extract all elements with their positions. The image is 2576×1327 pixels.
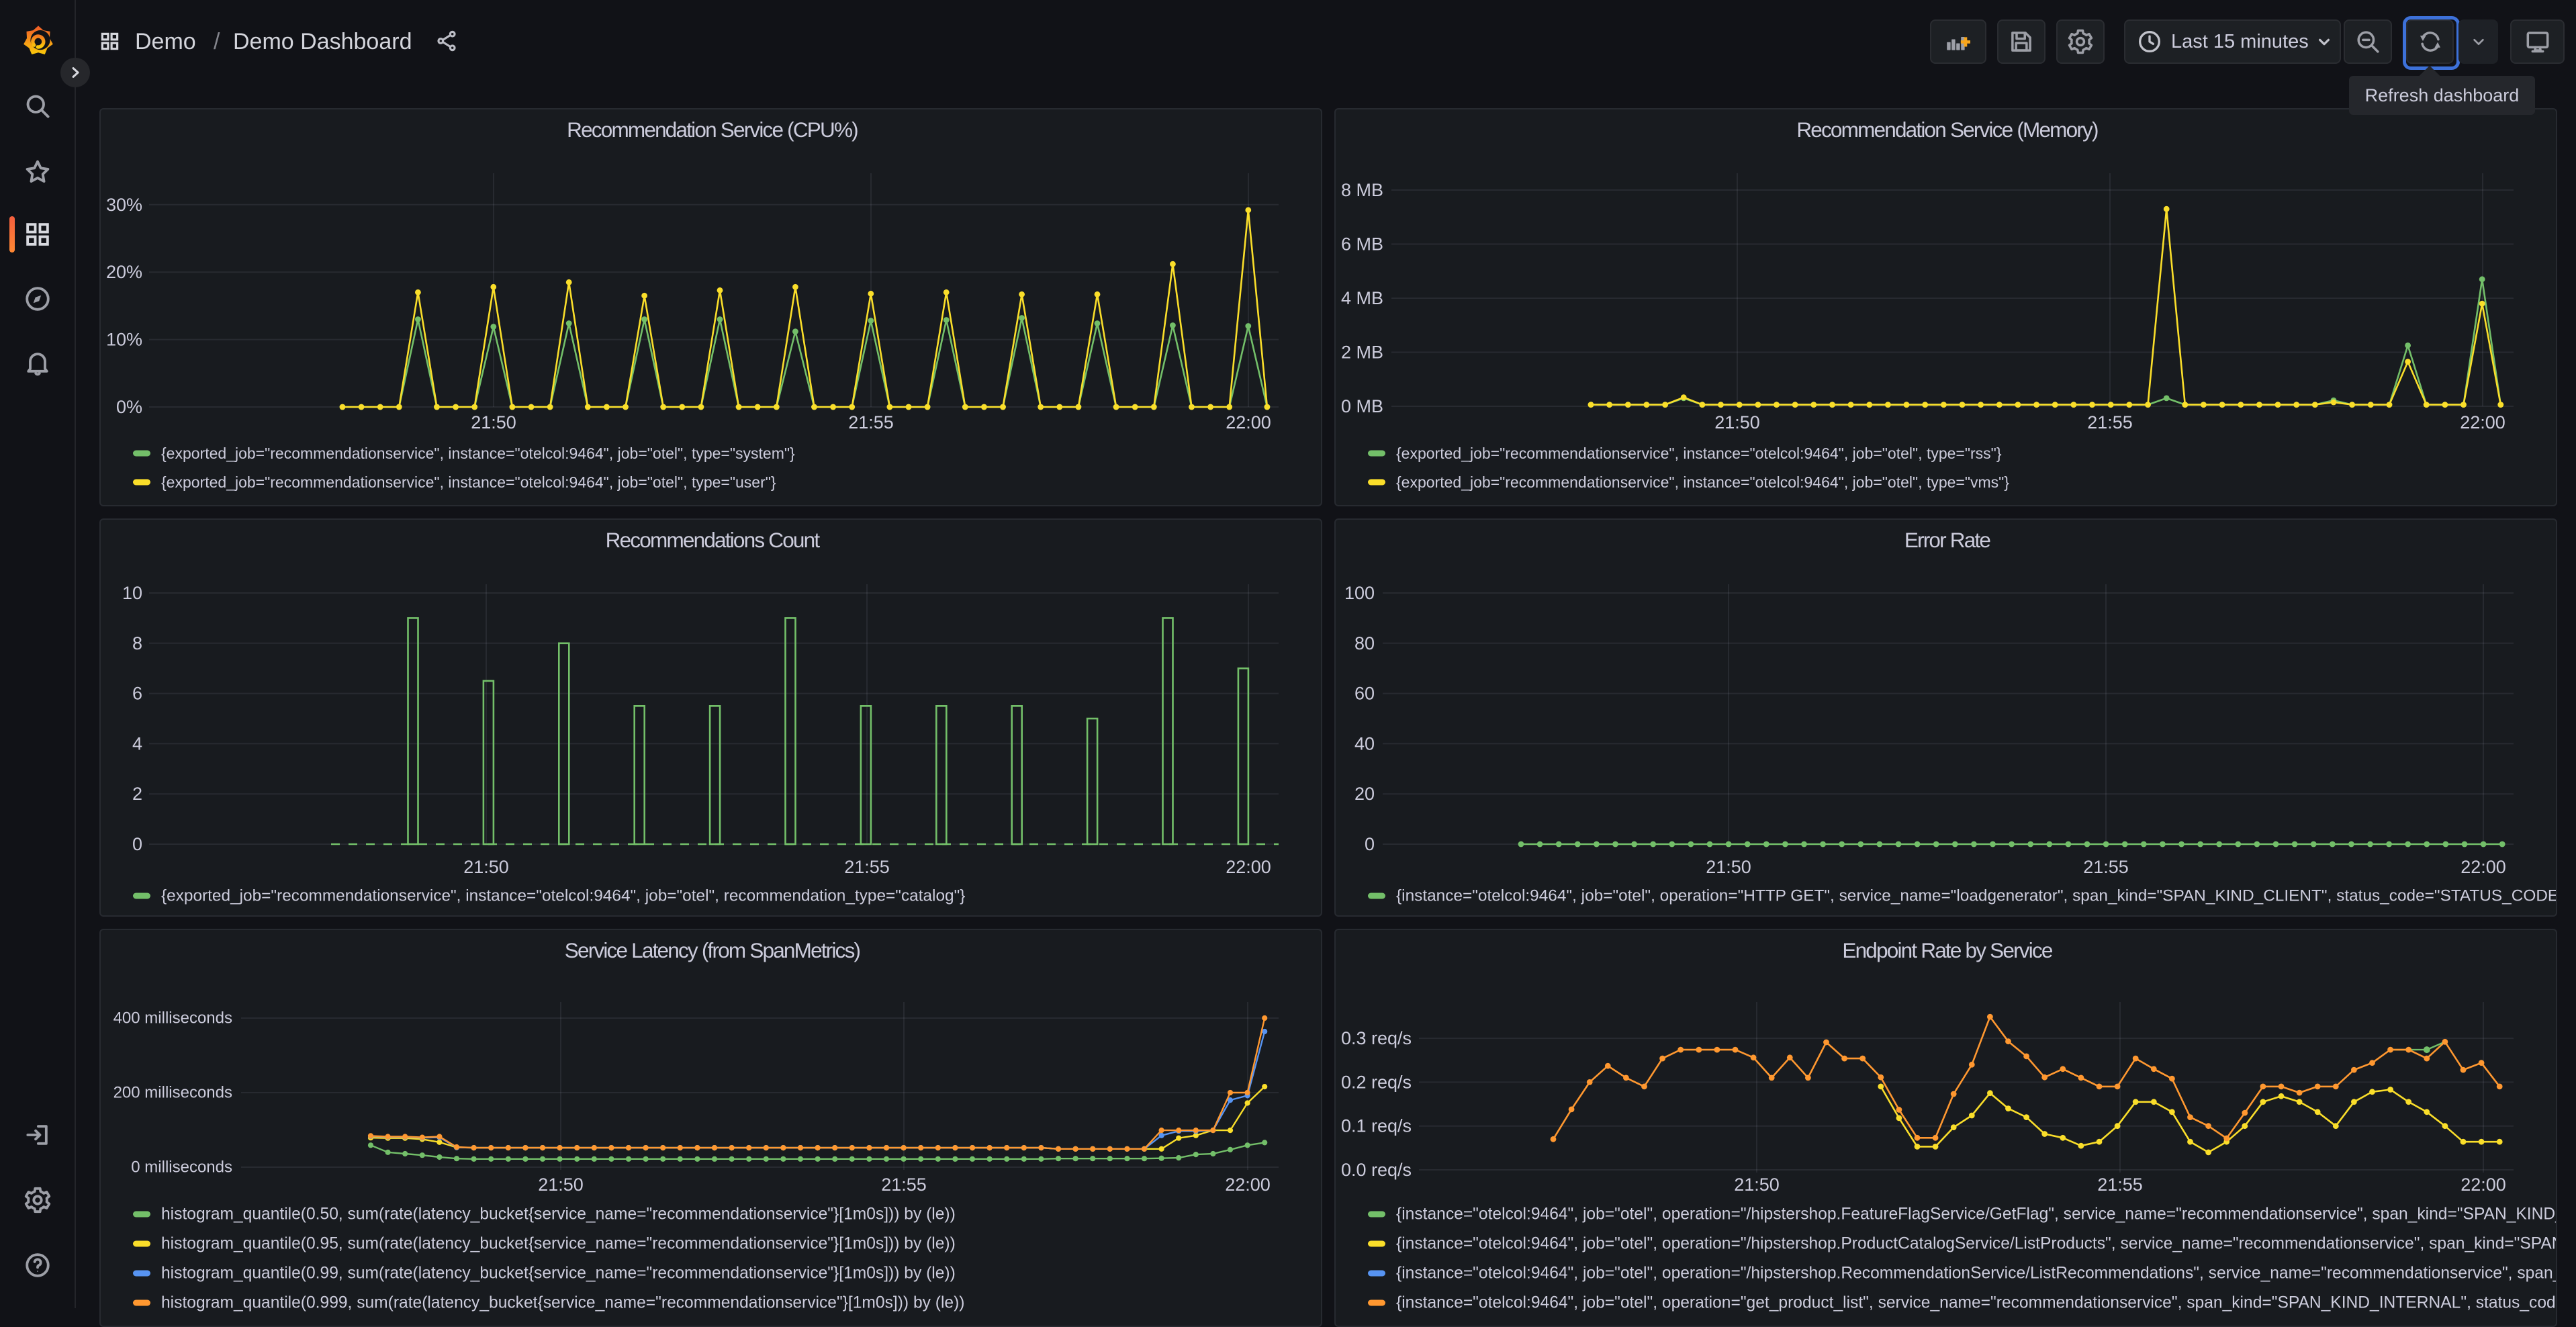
svg-text:21:50: 21:50 (463, 857, 509, 877)
svg-text:6 MB: 6 MB (1341, 234, 1383, 255)
svg-text:0.0 req/s: 0.0 req/s (1341, 1160, 1412, 1180)
svg-text:100: 100 (1344, 583, 1375, 603)
svg-text:22:00: 22:00 (2460, 1175, 2506, 1195)
svg-text:{exported_job="recommendations: {exported_job="recommendationservice", i… (1396, 473, 2009, 491)
svg-text:21:50: 21:50 (538, 1175, 584, 1195)
svg-text:22:00: 22:00 (1226, 412, 1271, 432)
svg-text:{instance="otelcol:9464", job=: {instance="otelcol:9464", job="otel", op… (1396, 887, 2556, 905)
svg-text:{instance="otelcol:9464", job=: {instance="otelcol:9464", job="otel", op… (1396, 1294, 2556, 1312)
svg-text:40: 40 (1354, 733, 1375, 753)
svg-text:6: 6 (132, 684, 142, 704)
svg-text:0.3 req/s: 0.3 req/s (1341, 1028, 1412, 1048)
svg-text:{exported_job="recommendations: {exported_job="recommendationservice", i… (161, 445, 795, 462)
svg-text:60: 60 (1354, 684, 1375, 704)
svg-text:4 MB: 4 MB (1341, 288, 1383, 308)
svg-text:{instance="otelcol:9464", job=: {instance="otelcol:9464", job="otel", op… (1396, 1205, 2556, 1224)
svg-text:Recommendations Count: Recommendations Count (606, 528, 821, 552)
svg-text:30%: 30% (106, 195, 142, 215)
svg-text:histogram_quantile(0.95, sum(r: histogram_quantile(0.95, sum(rate(latenc… (161, 1235, 956, 1253)
svg-text:8: 8 (132, 633, 142, 653)
svg-text:0: 0 (132, 834, 142, 854)
svg-text:21:50: 21:50 (471, 412, 516, 432)
svg-text:0 MB: 0 MB (1341, 396, 1383, 416)
svg-text:{exported_job="recommendations: {exported_job="recommendationservice", i… (161, 473, 776, 491)
svg-text:0.1 req/s: 0.1 req/s (1341, 1116, 1412, 1136)
svg-text:Error Rate: Error Rate (1904, 528, 1991, 552)
svg-text:21:50: 21:50 (1734, 1175, 1780, 1195)
svg-text:2 MB: 2 MB (1341, 342, 1383, 363)
svg-text:histogram_quantile(0.99, sum(r: histogram_quantile(0.99, sum(rate(latenc… (161, 1265, 956, 1283)
svg-text:Demo: Demo (135, 29, 196, 54)
svg-text:200 milliseconds: 200 milliseconds (113, 1084, 232, 1102)
svg-text:22:00: 22:00 (1225, 1175, 1271, 1195)
svg-text:22:00: 22:00 (2460, 412, 2505, 432)
svg-text:2: 2 (132, 784, 142, 804)
svg-text:Recommendation Service (Memory: Recommendation Service (Memory) (1796, 118, 2098, 142)
svg-text:20%: 20% (106, 262, 142, 282)
svg-text:Service Latency (from SpanMetr: Service Latency (from SpanMetrics) (565, 938, 860, 962)
svg-text:8 MB: 8 MB (1341, 180, 1383, 200)
svg-text:Endpoint Rate by Service: Endpoint Rate by Service (1842, 938, 2053, 962)
svg-text:21:50: 21:50 (1714, 412, 1760, 432)
svg-text:Recommendation Service (CPU%): Recommendation Service (CPU%) (567, 118, 858, 142)
svg-text:4: 4 (132, 733, 142, 753)
svg-text:{exported_job="recommendations: {exported_job="recommendationservice", i… (161, 887, 965, 905)
svg-text:20: 20 (1354, 784, 1375, 804)
svg-text:10%: 10% (106, 330, 142, 350)
svg-text:80: 80 (1354, 633, 1375, 653)
svg-text:21:50: 21:50 (1706, 857, 1751, 877)
svg-text:400 milliseconds: 400 milliseconds (113, 1009, 232, 1027)
svg-text:21:55: 21:55 (881, 1175, 927, 1195)
svg-text:{instance="otelcol:9464", job=: {instance="otelcol:9464", job="otel", op… (1396, 1265, 2556, 1283)
svg-text:histogram_quantile(0.50, sum(r: histogram_quantile(0.50, sum(rate(latenc… (161, 1205, 956, 1224)
svg-text:10: 10 (122, 583, 142, 603)
svg-text:22:00: 22:00 (1226, 857, 1271, 877)
svg-text:0 milliseconds: 0 milliseconds (131, 1158, 232, 1177)
svg-text:0.2 req/s: 0.2 req/s (1341, 1072, 1412, 1092)
svg-text:21:55: 21:55 (2097, 1175, 2143, 1195)
svg-text:{instance="otelcol:9464", job=: {instance="otelcol:9464", job="otel", op… (1396, 1235, 2556, 1253)
svg-text:21:55: 21:55 (844, 857, 890, 877)
svg-text:0%: 0% (116, 397, 142, 417)
svg-text:/: / (214, 29, 220, 54)
svg-text:21:55: 21:55 (848, 412, 894, 432)
svg-text:22:00: 22:00 (2460, 857, 2506, 877)
svg-text:Demo Dashboard: Demo Dashboard (233, 29, 412, 54)
svg-text:histogram_quantile(0.999, sum(: histogram_quantile(0.999, sum(rate(laten… (161, 1294, 964, 1312)
svg-text:21:55: 21:55 (2083, 857, 2129, 877)
svg-text:0: 0 (1365, 834, 1375, 854)
svg-text:21:55: 21:55 (2087, 412, 2133, 432)
svg-text:{exported_job="recommendations: {exported_job="recommendationservice", i… (1396, 445, 2002, 462)
